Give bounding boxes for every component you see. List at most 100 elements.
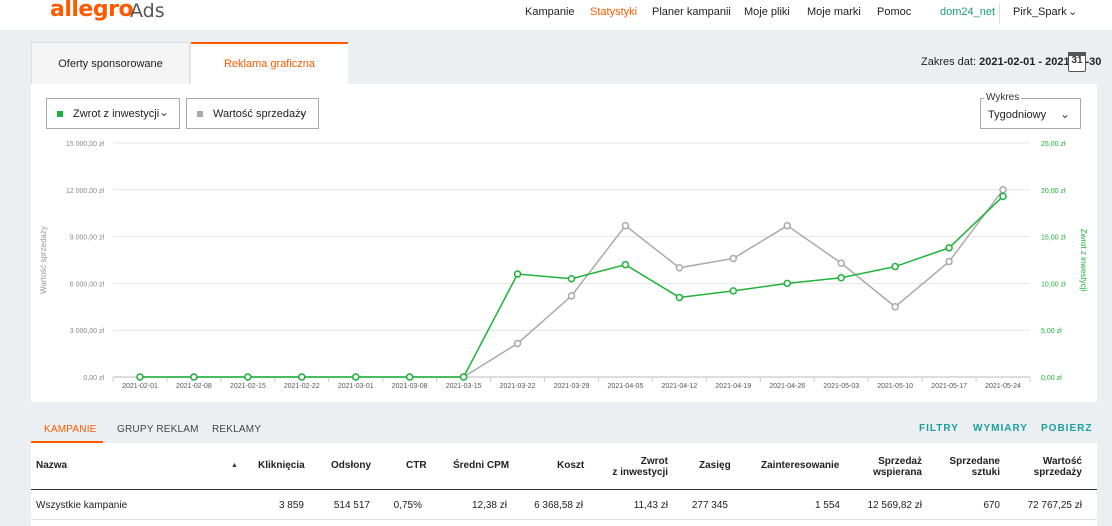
data-point [675, 293, 684, 302]
data-point [837, 259, 845, 267]
y-tick-label-left: 9 000,00 zł [70, 235, 105, 242]
column-header-wartosc-sprzedazy[interactable]: Wartość sprzedaży [1022, 456, 1082, 478]
cell-zwrot: 11,43 zł [633, 500, 668, 511]
cell-koszt: 6 368,58 zł [534, 500, 583, 511]
x-tick-label: 2021-03-15 [446, 383, 482, 390]
column-header-sprzedane-sztuki-line1: Sprzedane [949, 456, 1000, 467]
y-tick-label-right: 15,00 zł [1041, 235, 1066, 242]
y-tick-label-left: 6 000,00 zł [70, 281, 105, 288]
cell-ctr: 0,75% [393, 500, 422, 511]
x-tick-label: 2021-04-12 [661, 383, 697, 390]
y-tick-label-right: 0,00 zł [1041, 375, 1062, 382]
x-tick-label: 2021-02-08 [176, 383, 212, 390]
cell-sredni-cpm: 12,38 zł [471, 500, 507, 511]
tab-grupy-reklam[interactable]: GRUPY REKLAM [117, 424, 199, 435]
data-point [513, 270, 522, 278]
column-header-zainteresowanie[interactable]: Zainteresowanie [761, 460, 839, 471]
data-point [567, 274, 576, 283]
column-header-sprzedaz-wspierana-line1: Sprzedaż [878, 456, 922, 467]
column-header-sprzedaz-wspierana-line2: wspierana [873, 467, 922, 478]
x-tick-label: 2021-03-22 [500, 383, 536, 390]
cell-zainteresowanie: 1 554 [814, 500, 840, 511]
x-tick-label: 2021-03-01 [338, 383, 374, 390]
series-line [139, 195, 1004, 378]
cell-sprzedaz-wspierana: 12 569,82 zł [867, 500, 923, 511]
y-tick-label-left: 12 000,00 zł [66, 188, 105, 195]
y-tick-label-left: 3 000,00 zł [70, 328, 105, 335]
y-tick-label-right: 10,00 zł [1041, 281, 1066, 288]
y-tick-label-left: 0,00 zł [83, 375, 104, 382]
dimensions-button[interactable]: WYMIARY [973, 423, 1028, 434]
data-point [945, 244, 953, 252]
data-point [783, 279, 792, 288]
cell-klikniecia: 3 859 [278, 500, 304, 511]
column-header-klikniecia[interactable]: Kliknięcia [258, 460, 305, 471]
data-point [621, 221, 630, 230]
column-header-wartosc-sprzedazy-line2: sprzedaży [1033, 467, 1082, 478]
data-point [783, 221, 792, 230]
data-point [729, 254, 738, 263]
cell-wartosc-sprzedazy: 72 767,25 zł [1027, 500, 1083, 511]
y-tick-label-right: 20,00 zł [1041, 188, 1066, 195]
column-header-zwrot[interactable]: Zwrot z inwestycji [606, 456, 668, 478]
cell-nazwa[interactable]: Wszystkie kampanie [36, 500, 127, 511]
y-tick-label-right: 25,00 zł [1041, 141, 1066, 148]
tab-reklamy[interactable]: REKLAMY [212, 424, 261, 435]
column-header-sprzedane-sztuki[interactable]: Sprzedane sztuki [940, 456, 1000, 478]
y-axis-title-left: Wartość sprzedaży [39, 226, 48, 294]
x-tick-label: 2021-05-03 [823, 383, 859, 390]
data-point [621, 260, 630, 269]
x-tick-label: 2021-04-19 [715, 383, 751, 390]
column-header-wartosc-sprzedazy-line1: Wartość [1042, 456, 1082, 467]
data-point [999, 192, 1007, 201]
column-header-zasieg[interactable]: Zasięg [699, 460, 731, 471]
y-tick-label-left: 15 000,00 zł [66, 141, 105, 148]
column-header-sprzedane-sztuki-line2: sztuki [971, 467, 1000, 478]
x-tick-label: 2021-03-08 [392, 383, 428, 390]
data-point [891, 262, 899, 271]
tab-kampanie[interactable]: KAMPANIE [44, 424, 97, 435]
row-divider [31, 519, 1097, 520]
data-point [837, 274, 845, 282]
data-point [999, 186, 1007, 194]
data-point [244, 373, 252, 381]
sort-up-icon[interactable]: ▲ [231, 462, 238, 469]
header-divider [31, 489, 1097, 490]
data-point [675, 264, 684, 272]
data-point [567, 292, 576, 300]
x-tick-label: 2021-02-22 [284, 383, 320, 390]
data-point [136, 373, 144, 381]
data-point [513, 339, 522, 348]
column-header-sredni-cpm[interactable]: Średni CPM [453, 460, 509, 471]
column-header-odslony[interactable]: Odsłony [331, 460, 371, 471]
data-point [190, 373, 198, 381]
data-point [351, 373, 360, 381]
column-header-zwrot-line2: z inwestycji [612, 467, 668, 478]
cell-sprzedane-sztuki: 670 [983, 500, 1000, 511]
data-point [298, 373, 306, 381]
column-header-ctr[interactable]: CTR [406, 460, 427, 471]
filters-button[interactable]: FILTRY [919, 423, 959, 434]
data-point [945, 257, 953, 266]
download-button[interactable]: POBIERZ [1041, 423, 1092, 434]
y-axis-title-right: Zwrot z inwestycji [1079, 229, 1088, 292]
x-tick-label: 2021-02-01 [122, 383, 158, 390]
x-tick-label: 2021-05-24 [985, 383, 1021, 390]
x-tick-label: 2021-05-17 [931, 383, 967, 390]
x-tick-label: 2021-04-05 [608, 383, 644, 390]
column-header-sprzedaz-wspierana[interactable]: Sprzedaż wspierana [862, 456, 922, 478]
y-tick-label-right: 5,00 zł [1041, 328, 1062, 335]
campaigns-table [31, 443, 1097, 526]
column-header-nazwa[interactable]: Nazwa [36, 460, 67, 471]
x-tick-label: 2021-03-29 [554, 383, 590, 390]
cell-odslony: 514 517 [333, 500, 370, 511]
data-point [459, 373, 468, 381]
data-point [729, 287, 738, 295]
x-tick-label: 2021-02-15 [230, 383, 266, 390]
data-point [405, 373, 414, 381]
column-header-zwrot-line1: Zwrot [640, 456, 668, 467]
column-header-koszt[interactable]: Koszt [557, 460, 584, 471]
cell-zasieg: 277 345 [691, 500, 728, 511]
x-tick-label: 2021-05-10 [877, 383, 913, 390]
data-point [891, 303, 899, 311]
